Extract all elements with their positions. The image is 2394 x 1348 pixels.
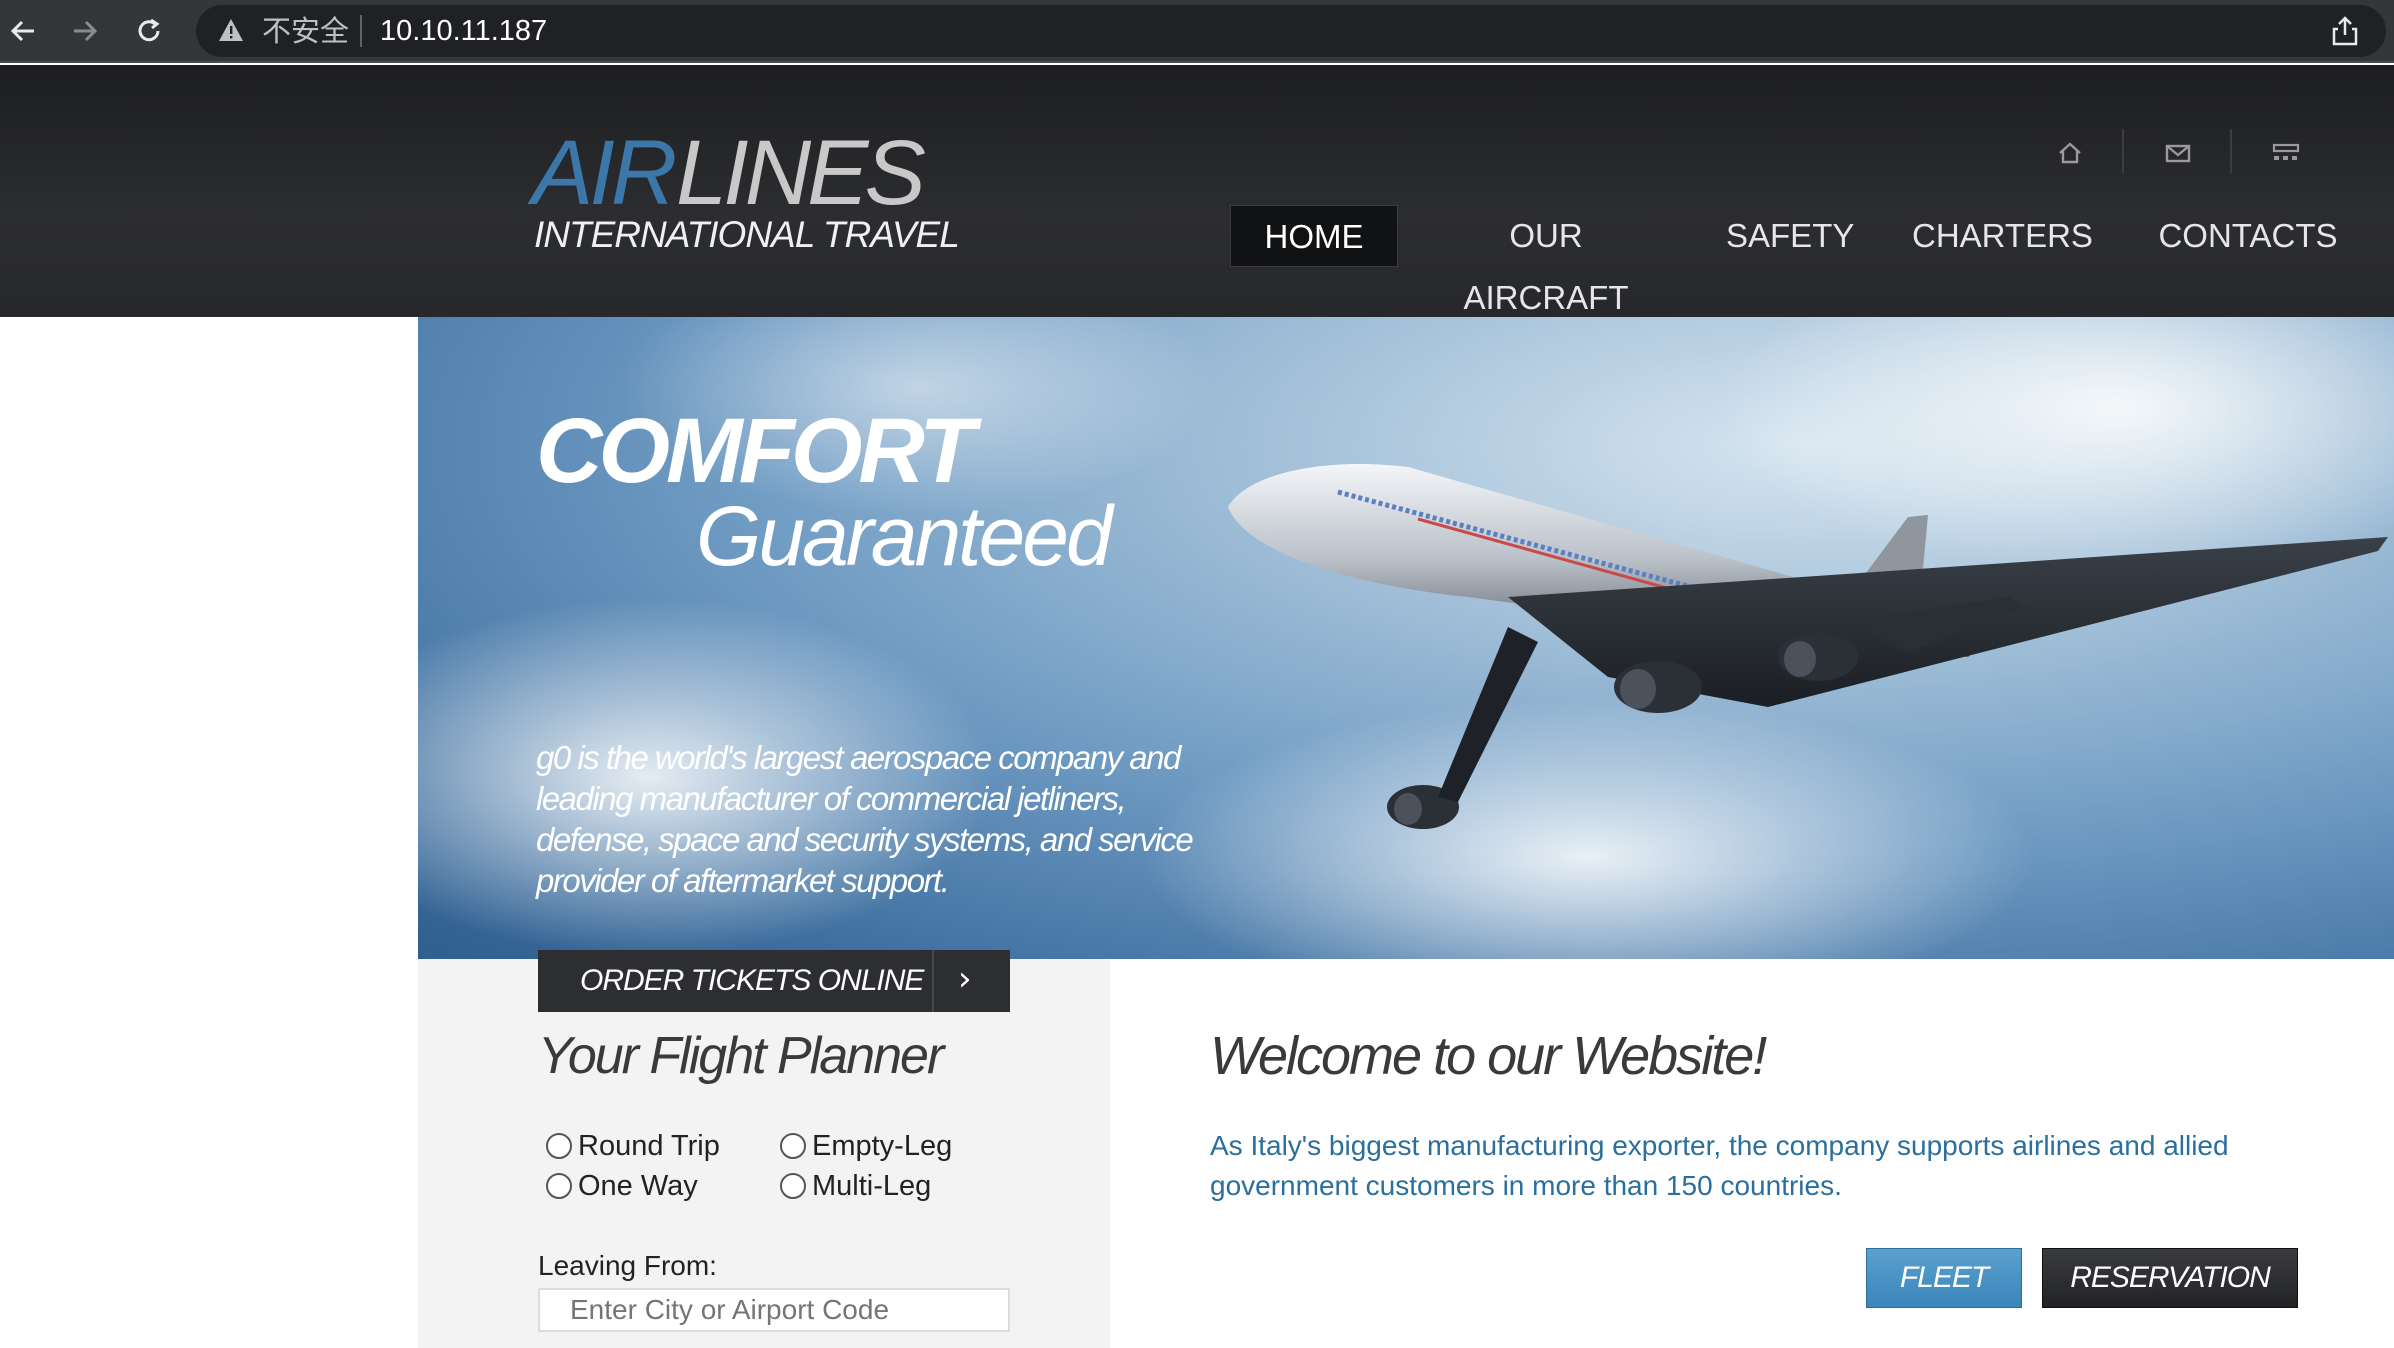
menu-item-contacts[interactable]: CONTACTS	[2146, 205, 2350, 267]
order-button-divider	[932, 950, 934, 1012]
menu-item-our-aircraft[interactable]: OUR AIRCRAFT	[1426, 205, 1666, 316]
menu-item-home[interactable]: HOME	[1230, 205, 1398, 267]
mail-icon[interactable]	[2158, 133, 2198, 173]
forward-button[interactable]	[62, 8, 108, 54]
radio-button[interactable]	[780, 1173, 806, 1199]
reservation-button[interactable]: RESERVATION	[2042, 1248, 2298, 1308]
arrow-right-icon	[74, 20, 98, 42]
welcome-title: Welcome to our Website!	[1210, 1026, 1767, 1086]
round-trip-label: Round Trip	[578, 1130, 720, 1162]
chevron-right-icon: ›	[958, 959, 972, 999]
round-trip-option[interactable]: Round Trip	[546, 1126, 720, 1166]
hero-subtitle: Guaranteed	[696, 489, 1113, 583]
radio-button[interactable]	[780, 1133, 806, 1159]
logo-lines[interactable]: LINES	[676, 123, 926, 223]
back-button[interactable]	[0, 8, 46, 54]
sitemap-icon[interactable]	[2266, 133, 2306, 173]
warning-icon	[219, 19, 243, 41]
logo-subtitle: INTERNATIONAL TRAVEL	[534, 214, 960, 255]
site-header: AIR LINES INTERNATIONAL TRAVEL HOME OUR …	[0, 65, 2394, 317]
home-icon[interactable]	[2050, 133, 2090, 173]
empty-leg-label: Empty-Leg	[812, 1130, 953, 1162]
address-bar[interactable]: 不安全 10.10.11.187	[196, 5, 2386, 57]
url-text[interactable]: 10.10.11.187	[380, 13, 547, 49]
menu-item-safety[interactable]: SAFETY	[1726, 205, 1854, 267]
flight-planner-title: Your Flight Planner	[538, 1027, 944, 1085]
share-icon[interactable]	[2330, 15, 2360, 47]
radio-button[interactable]	[546, 1133, 572, 1159]
fleet-button[interactable]: FLEET	[1866, 1248, 2022, 1308]
radio-button[interactable]	[546, 1173, 572, 1199]
order-tickets-button[interactable]: ORDER TICKETS ONLINE ›	[538, 950, 1010, 1012]
leaving-from-input[interactable]	[538, 1288, 1010, 1332]
address-divider	[360, 15, 362, 47]
reload-button[interactable]	[126, 8, 172, 54]
airplane-image	[1228, 463, 2388, 829]
empty-leg-option[interactable]: Empty-Leg	[780, 1126, 952, 1166]
menu-item-charters[interactable]: CHARTERS	[1912, 205, 2093, 267]
leaving-from-label: Leaving From:	[538, 1250, 717, 1281]
header-icon-divider	[2122, 129, 2124, 173]
hero-banner: COMFORT Guaranteed g0 is the world's lar…	[418, 317, 2394, 959]
welcome-text: As Italy's biggest manufacturing exporte…	[1210, 1130, 2229, 1201]
multi-leg-option[interactable]: Multi-Leg	[780, 1166, 931, 1206]
arrow-left-icon	[10, 20, 34, 42]
one-way-option[interactable]: One Way	[546, 1166, 698, 1206]
hero-description: g0 is the world's largest aerospace comp…	[536, 739, 1194, 899]
order-tickets-label: ORDER TICKETS ONLINE	[580, 964, 924, 997]
multi-leg-label: Multi-Leg	[812, 1170, 932, 1202]
hero-title: COMFORT	[536, 400, 975, 502]
one-way-label: One Way	[578, 1170, 698, 1202]
logo-air[interactable]: AIR	[532, 123, 677, 223]
browser-toolbar: 不安全 10.10.11.187	[0, 0, 2394, 63]
security-status[interactable]: 不安全	[262, 13, 349, 49]
header-icon-divider	[2230, 129, 2232, 173]
reload-icon	[138, 18, 160, 42]
